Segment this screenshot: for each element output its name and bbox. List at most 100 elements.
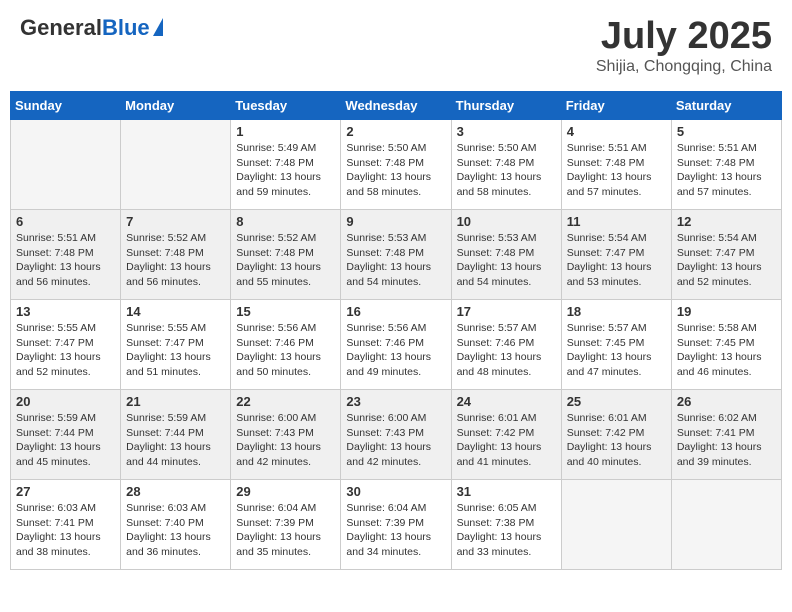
calendar-cell: 28 Sunrise: 6:03 AMSunset: 7:40 PMDayligh… [121,480,231,570]
day-number: 21 [126,394,225,409]
day-number: 8 [236,214,335,229]
day-detail: Sunrise: 5:51 AMSunset: 7:48 PMDaylight:… [16,231,115,290]
calendar-cell: 1 Sunrise: 5:49 AMSunset: 7:48 PMDaylight… [231,120,341,210]
day-detail: Sunrise: 5:51 AMSunset: 7:48 PMDaylight:… [677,141,776,200]
calendar-week-5: 27 Sunrise: 6:03 AMSunset: 7:41 PMDayligh… [11,480,782,570]
day-detail: Sunrise: 5:59 AMSunset: 7:44 PMDaylight:… [126,411,225,470]
logo-general: General [20,15,102,40]
day-number: 5 [677,124,776,139]
day-number: 16 [346,304,445,319]
calendar-cell: 8Sunrise: 5:52 AMSunset: 7:48 PMDaylight… [231,210,341,300]
calendar-cell: 25 Sunrise: 6:01 AMSunset: 7:42 PMDayligh… [561,390,671,480]
calendar-cell: 5 Sunrise: 5:51 AMSunset: 7:48 PMDaylight… [671,120,781,210]
day-number: 1 [236,124,335,139]
calendar-week-1: 1 Sunrise: 5:49 AMSunset: 7:48 PMDaylight… [11,120,782,210]
day-number: 15 [236,304,335,319]
calendar-cell: 26 Sunrise: 6:02 AMSunset: 7:41 PMDayligh… [671,390,781,480]
day-number: 23 [346,394,445,409]
day-number: 26 [677,394,776,409]
calendar-cell: 13 Sunrise: 5:55 AMSunset: 7:47 PMDayligh… [11,300,121,390]
day-detail: Sunrise: 5:58 AMSunset: 7:45 PMDaylight:… [677,321,776,380]
day-number: 27 [16,484,115,499]
day-detail: Sunrise: 6:03 AMSunset: 7:40 PMDaylight:… [126,501,225,560]
calendar-cell: 21 Sunrise: 5:59 AMSunset: 7:44 PMDayligh… [121,390,231,480]
calendar-cell: 11Sunrise: 5:54 AMSunset: 7:47 PMDayligh… [561,210,671,300]
day-number: 29 [236,484,335,499]
calendar-week-4: 20Sunrise: 5:59 AMSunset: 7:44 PMDayligh… [11,390,782,480]
calendar-cell [671,480,781,570]
day-number: 7 [126,214,225,229]
day-number: 19 [677,304,776,319]
month-title: July 2025 [596,15,772,58]
logo-icon [153,18,163,36]
calendar-header-row: SundayMondayTuesdayWednesdayThursdayFrid… [11,92,782,120]
day-number: 31 [457,484,556,499]
day-detail: Sunrise: 5:50 AMSunset: 7:48 PMDaylight:… [346,141,445,200]
day-detail: Sunrise: 5:51 AMSunset: 7:48 PMDaylight:… [567,141,666,200]
day-number: 17 [457,304,556,319]
calendar-cell [11,120,121,210]
calendar-week-3: 13 Sunrise: 5:55 AMSunset: 7:47 PMDayligh… [11,300,782,390]
day-detail: Sunrise: 5:53 AMSunset: 7:48 PMDaylight:… [346,231,445,290]
calendar-cell: 9 Sunrise: 5:53 AMSunset: 7:48 PMDaylight… [341,210,451,300]
calendar-week-2: 6Sunrise: 5:51 AMSunset: 7:48 PMDaylight… [11,210,782,300]
calendar-cell: 22Sunrise: 6:00 AMSunset: 7:43 PMDayligh… [231,390,341,480]
day-number: 28 [126,484,225,499]
calendar-cell: 17Sunrise: 5:57 AMSunset: 7:46 PMDayligh… [451,300,561,390]
calendar-cell: 7 Sunrise: 5:52 AMSunset: 7:48 PMDaylight… [121,210,231,300]
day-number: 10 [457,214,556,229]
day-header-sunday: Sunday [11,92,121,120]
day-detail: Sunrise: 6:04 AMSunset: 7:39 PMDaylight:… [236,501,335,560]
location-title: Shijia, Chongqing, China [596,58,772,76]
calendar-cell: 23 Sunrise: 6:00 AMSunset: 7:43 PMDayligh… [341,390,451,480]
day-number: 11 [567,214,666,229]
day-number: 14 [126,304,225,319]
calendar-cell: 29 Sunrise: 6:04 AMSunset: 7:39 PMDayligh… [231,480,341,570]
day-detail: Sunrise: 5:55 AMSunset: 7:47 PMDaylight:… [16,321,115,380]
calendar-cell: 15 Sunrise: 5:56 AMSunset: 7:46 PMDayligh… [231,300,341,390]
calendar-cell: 4 Sunrise: 5:51 AMSunset: 7:48 PMDaylight… [561,120,671,210]
logo-text: GeneralBlue [20,15,150,41]
title-section: July 2025 Shijia, Chongqing, China [596,15,772,76]
day-detail: Sunrise: 5:53 AMSunset: 7:48 PMDaylight:… [457,231,556,290]
day-header-wednesday: Wednesday [341,92,451,120]
calendar-cell: 19 Sunrise: 5:58 AMSunset: 7:45 PMDayligh… [671,300,781,390]
day-number: 13 [16,304,115,319]
calendar-cell: 31 Sunrise: 6:05 AMSunset: 7:38 PMDayligh… [451,480,561,570]
day-number: 12 [677,214,776,229]
day-number: 9 [346,214,445,229]
day-detail: Sunrise: 6:02 AMSunset: 7:41 PMDaylight:… [677,411,776,470]
calendar-cell: 12Sunrise: 5:54 AMSunset: 7:47 PMDayligh… [671,210,781,300]
day-header-tuesday: Tuesday [231,92,341,120]
calendar-cell: 14 Sunrise: 5:55 AMSunset: 7:47 PMDayligh… [121,300,231,390]
day-detail: Sunrise: 5:56 AMSunset: 7:46 PMDaylight:… [236,321,335,380]
logo: GeneralBlue [20,15,163,41]
calendar-cell: 6Sunrise: 5:51 AMSunset: 7:48 PMDaylight… [11,210,121,300]
day-number: 25 [567,394,666,409]
day-number: 2 [346,124,445,139]
day-detail: Sunrise: 6:01 AMSunset: 7:42 PMDaylight:… [567,411,666,470]
calendar-cell: 2 Sunrise: 5:50 AMSunset: 7:48 PMDaylight… [341,120,451,210]
calendar-cell: 18Sunrise: 5:57 AMSunset: 7:45 PMDayligh… [561,300,671,390]
day-detail: Sunrise: 6:03 AMSunset: 7:41 PMDaylight:… [16,501,115,560]
calendar-cell: 30Sunrise: 6:04 AMSunset: 7:39 PMDayligh… [341,480,451,570]
day-header-friday: Friday [561,92,671,120]
day-header-thursday: Thursday [451,92,561,120]
day-detail: Sunrise: 5:50 AMSunset: 7:48 PMDaylight:… [457,141,556,200]
calendar-cell: 10 Sunrise: 5:53 AMSunset: 7:48 PMDayligh… [451,210,561,300]
calendar-cell: 20Sunrise: 5:59 AMSunset: 7:44 PMDayligh… [11,390,121,480]
day-detail: Sunrise: 5:52 AMSunset: 7:48 PMDaylight:… [126,231,225,290]
day-header-monday: Monday [121,92,231,120]
calendar-cell: 27 Sunrise: 6:03 AMSunset: 7:41 PMDayligh… [11,480,121,570]
day-detail: Sunrise: 5:59 AMSunset: 7:44 PMDaylight:… [16,411,115,470]
day-number: 4 [567,124,666,139]
day-detail: Sunrise: 6:00 AMSunset: 7:43 PMDaylight:… [346,411,445,470]
calendar-cell: 16 Sunrise: 5:56 AMSunset: 7:46 PMDayligh… [341,300,451,390]
calendar-cell [121,120,231,210]
day-detail: Sunrise: 5:55 AMSunset: 7:47 PMDaylight:… [126,321,225,380]
day-detail: Sunrise: 5:56 AMSunset: 7:46 PMDaylight:… [346,321,445,380]
day-number: 22 [236,394,335,409]
day-detail: Sunrise: 6:05 AMSunset: 7:38 PMDaylight:… [457,501,556,560]
day-detail: Sunrise: 5:49 AMSunset: 7:48 PMDaylight:… [236,141,335,200]
calendar-cell: 24Sunrise: 6:01 AMSunset: 7:42 PMDayligh… [451,390,561,480]
